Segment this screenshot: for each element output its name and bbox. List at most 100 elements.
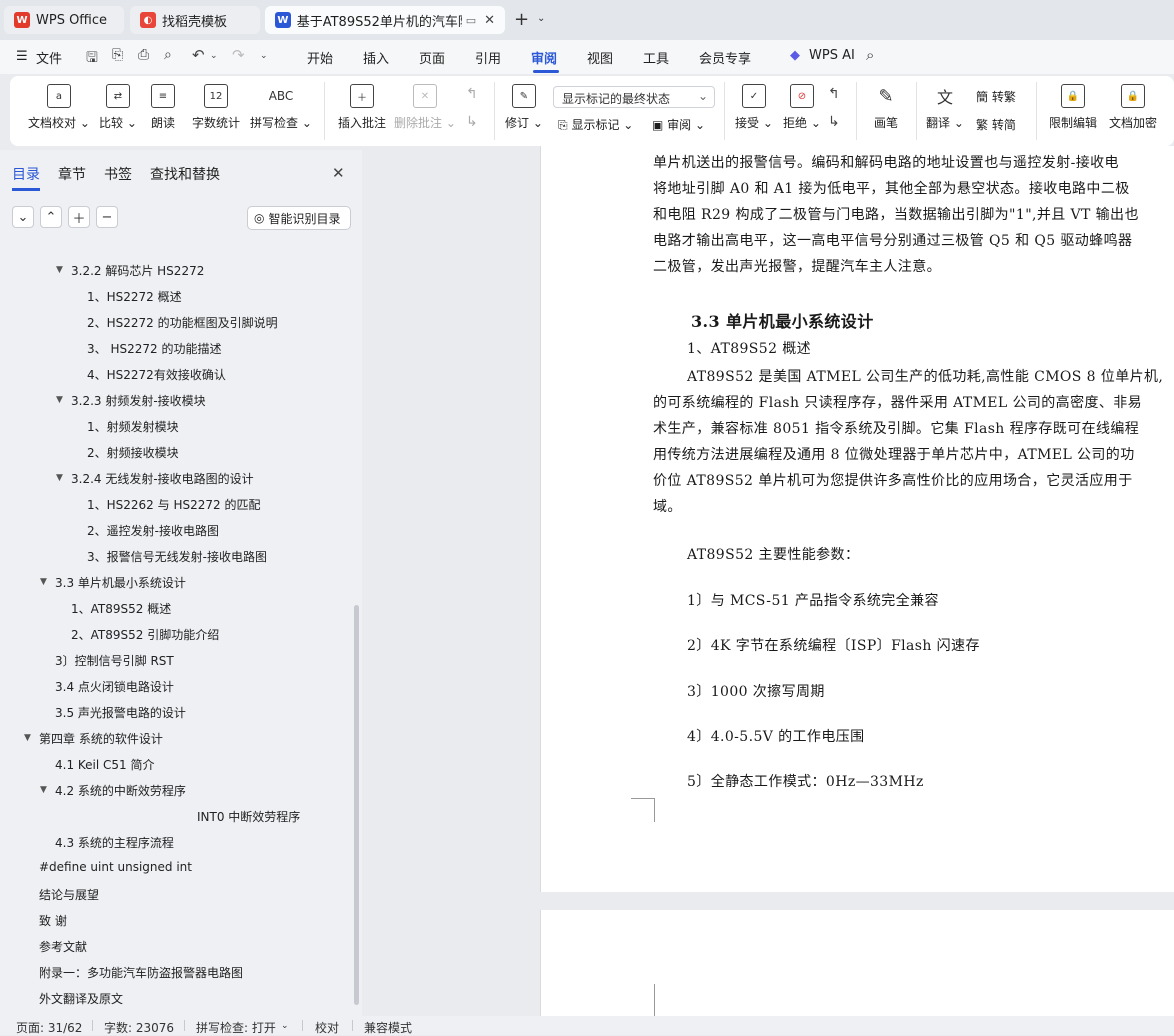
- nav-tab-bookmarks[interactable]: 书签: [104, 164, 132, 184]
- spell-check-button[interactable]: ABC 拼写检查 ⌄: [250, 84, 312, 131]
- save-icon[interactable]: 🖫: [86, 47, 98, 71]
- toc-item[interactable]: 4.2 系统的中断效劳程序: [55, 782, 186, 799]
- new-tab-plus-icon[interactable]: +: [514, 9, 529, 30]
- toc-item[interactable]: 第四章 系统的软件设计: [39, 730, 163, 747]
- print-icon[interactable]: ⎙: [138, 47, 149, 63]
- tab-list-chevron-icon[interactable]: ⌄: [537, 13, 545, 24]
- menu-page[interactable]: 页面: [419, 48, 445, 67]
- toc-collapse-arrow-icon[interactable]: ▼: [24, 733, 31, 743]
- to-simplified-button[interactable]: 繁 转简: [976, 116, 1016, 133]
- smart-toc-button[interactable]: ◎ 智能识别目录: [247, 206, 351, 230]
- word-count-button[interactable]: 12 字数统计: [188, 84, 244, 131]
- monitor-icon[interactable]: ▭: [466, 14, 476, 27]
- hamburger-icon[interactable]: ☰: [16, 49, 28, 64]
- toc-item[interactable]: 3〕控制信号引脚 RST: [55, 652, 174, 669]
- encrypt-document-button[interactable]: 🔒 文档加密: [1106, 84, 1160, 131]
- toc-item[interactable]: 2、射频接收模块: [87, 444, 179, 461]
- to-traditional-button[interactable]: 簡 转繁: [976, 88, 1016, 105]
- pen-button[interactable]: ✎ 画笔: [866, 84, 906, 131]
- next-comment-icon[interactable]: ↳: [466, 114, 478, 130]
- close-tab-icon[interactable]: ✕: [484, 13, 495, 28]
- track-changes-button[interactable]: ✎ 修订 ⌄: [502, 84, 546, 131]
- insert-comment-button[interactable]: ＋ 插入批注: [334, 84, 390, 131]
- proofread-button[interactable]: a 文档校对 ⌄: [28, 84, 90, 131]
- redo-icon[interactable]: ↷: [232, 46, 245, 64]
- spell-check-indicator[interactable]: 拼写检查: 打开: [196, 1019, 276, 1036]
- menu-insert[interactable]: 插入: [363, 48, 389, 67]
- menu-file[interactable]: 文件: [36, 48, 62, 67]
- reject-button[interactable]: ⊘ 拒绝 ⌄: [780, 84, 824, 131]
- proofread-indicator[interactable]: 校对: [315, 1019, 339, 1036]
- toc-item[interactable]: 4、HS2272有效接收确认: [87, 366, 226, 383]
- menu-review[interactable]: 审阅: [531, 48, 557, 67]
- previous-comment-icon[interactable]: ↰: [466, 86, 478, 102]
- tab-current-document[interactable]: W 基于AT89S52单片机的汽车防 ▭ ✕: [265, 6, 505, 34]
- toc-item[interactable]: 3.3 单片机最小系统设计: [55, 574, 186, 591]
- toc-item[interactable]: 4.1 Keil C51 简介: [55, 756, 155, 773]
- menu-view[interactable]: 视图: [587, 48, 613, 67]
- collapse-all-button[interactable]: ⌄: [12, 206, 34, 228]
- add-heading-button[interactable]: ＋: [68, 206, 90, 228]
- search-icon[interactable]: ⌕: [866, 46, 874, 64]
- toc-collapse-arrow-icon[interactable]: ▼: [56, 395, 63, 405]
- toc-item[interactable]: 3.2.2 解码芯片 HS2272: [71, 262, 204, 279]
- markup-state-select[interactable]: 显示标记的最终状态 ⌄: [553, 86, 715, 108]
- remove-heading-button[interactable]: −: [96, 206, 118, 228]
- menu-wps-ai[interactable]: WPS AI: [809, 48, 855, 63]
- toc-item[interactable]: 3、报警信号无线发射-接收电路图: [87, 548, 267, 565]
- toc-item[interactable]: 2、AT89S52 引脚功能介绍: [71, 626, 219, 643]
- toc-item[interactable]: 附录一：多功能汽车防盗报警器电路图: [39, 964, 243, 981]
- toc-scrollbar[interactable]: [354, 605, 359, 1005]
- delete-comment-button[interactable]: ✕ 删除批注 ⌄: [394, 84, 456, 131]
- expand-up-button[interactable]: ⌃: [40, 206, 62, 228]
- toc-item[interactable]: 3.2.4 无线发射-接收电路图的设计: [71, 470, 254, 487]
- nav-tab-sections[interactable]: 章节: [58, 164, 86, 184]
- menu-references[interactable]: 引用: [475, 48, 501, 67]
- toc-item[interactable]: 2、遥控发射-接收电路图: [87, 522, 219, 539]
- toc-item[interactable]: 参考文献: [39, 938, 87, 955]
- menu-tools[interactable]: 工具: [643, 48, 669, 67]
- toc-item[interactable]: 3、 HS2272 的功能描述: [87, 340, 221, 357]
- show-markup-button[interactable]: ⎘ 显示标记 ⌄: [558, 116, 633, 133]
- toc-collapse-arrow-icon[interactable]: ▼: [40, 785, 47, 795]
- toc-item[interactable]: 3.5 声光报警电路的设计: [55, 704, 186, 721]
- toc-item[interactable]: 1、射频发射模块: [87, 418, 179, 435]
- read-aloud-button[interactable]: ≡ 朗读: [146, 84, 180, 131]
- previous-change-icon[interactable]: ↰: [828, 86, 840, 102]
- toc-item[interactable]: 1、HS2262 与 HS2272 的匹配: [87, 496, 260, 513]
- word-count-indicator[interactable]: 字数: 23076: [104, 1019, 174, 1036]
- print-preview-icon[interactable]: ⌕: [164, 47, 172, 63]
- toc-item[interactable]: 1、HS2272 概述: [87, 288, 182, 305]
- document-page[interactable]: 单片机送出的报警信号。编码和解码电路的地址设置也与遥控发射-接收电 将地址引脚 …: [540, 146, 1174, 892]
- chevron-down-icon[interactable]: ⌄: [281, 1021, 289, 1031]
- toc-item[interactable]: INT0 中断效劳程序: [197, 808, 300, 825]
- toc-item[interactable]: 外文翻译及原文: [39, 990, 123, 1007]
- page-indicator[interactable]: 页面: 31/62: [16, 1019, 82, 1036]
- next-change-icon[interactable]: ↳: [828, 114, 840, 130]
- toc-collapse-arrow-icon[interactable]: ▼: [56, 473, 63, 483]
- close-pane-icon[interactable]: ✕: [332, 164, 345, 182]
- toc-collapse-arrow-icon[interactable]: ▼: [40, 577, 47, 587]
- tab-docer-templates[interactable]: ◐ 找稻壳模板: [130, 6, 260, 34]
- toc-item[interactable]: 3.4 点火闭锁电路设计: [55, 678, 174, 695]
- compare-button[interactable]: ⇄ 比较 ⌄: [96, 84, 140, 131]
- toc-item[interactable]: #define uint unsigned int: [39, 860, 192, 874]
- translate-button[interactable]: 文翻译 ⌄: [924, 84, 966, 131]
- toc-item[interactable]: 3.2.3 射频发射-接收模块: [71, 392, 206, 409]
- toc-item[interactable]: 致 谢: [39, 912, 67, 929]
- toc-collapse-arrow-icon[interactable]: ▼: [56, 265, 63, 275]
- menu-home[interactable]: 开始: [307, 48, 333, 67]
- toc-item[interactable]: 1、AT89S52 概述: [71, 600, 171, 617]
- toc-item[interactable]: 结论与展望: [39, 886, 99, 903]
- export-icon[interactable]: ⎘: [112, 47, 123, 63]
- nav-tab-toc[interactable]: 目录: [12, 164, 40, 184]
- reviewing-pane-button[interactable]: ▣ 审阅 ⌄: [652, 116, 705, 133]
- accept-button[interactable]: ✓ 接受 ⌄: [732, 84, 776, 131]
- tab-wps-office[interactable]: W WPS Office: [4, 6, 124, 34]
- menu-vip[interactable]: 会员专享: [699, 48, 751, 67]
- undo-chevron-icon[interactable]: ⌄: [210, 51, 218, 61]
- restrict-editing-button[interactable]: 🔒 限制编辑: [1046, 84, 1100, 131]
- document-page[interactable]: [540, 910, 1174, 1016]
- nav-tab-find-replace[interactable]: 查找和替换: [150, 164, 220, 184]
- toc-item[interactable]: 2、HS2272 的功能框图及引脚说明: [87, 314, 278, 331]
